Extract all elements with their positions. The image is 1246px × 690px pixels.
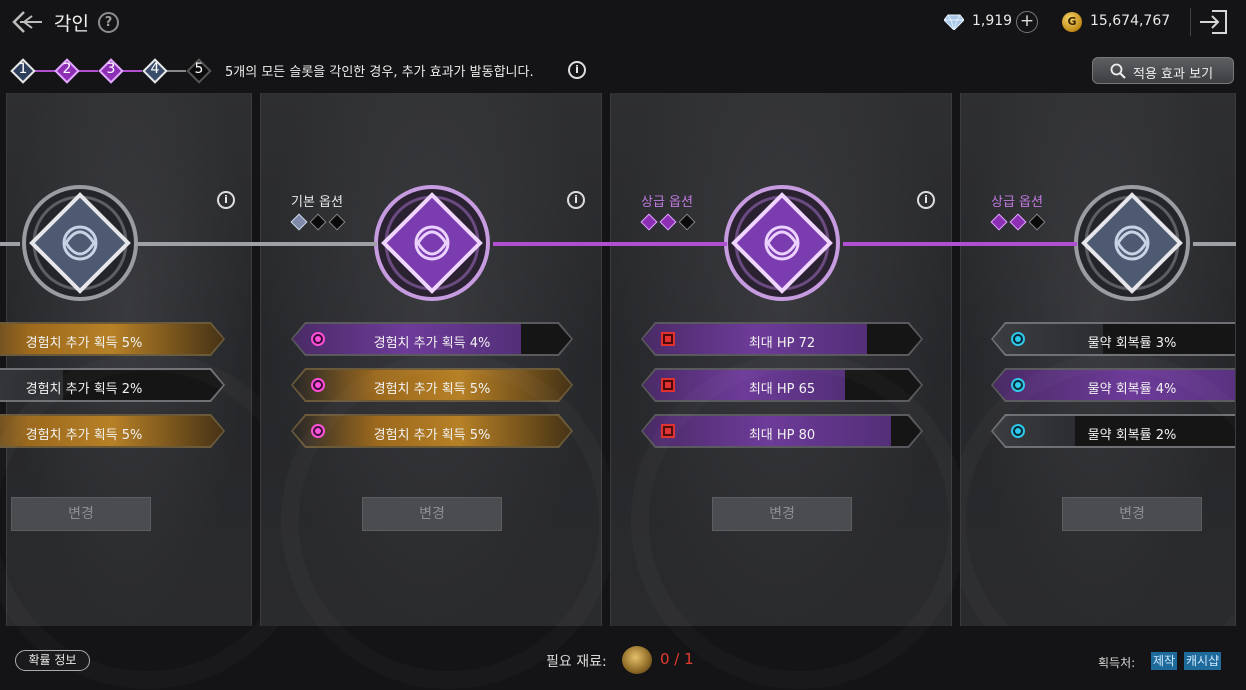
slot-chain-line [0,242,1236,246]
step-4[interactable]: 4 [142,58,168,84]
engrave-material-icon[interactable] [622,646,652,674]
option-1: 경험치 추가 획득 4% [291,322,573,356]
exit-icon[interactable] [1198,8,1230,36]
option-2: 물약 회복률 4% [991,368,1235,402]
add-diamond-button[interactable]: + [1016,11,1038,33]
option-1: 최대 HP 72 [641,322,923,356]
divider [1190,8,1191,36]
search-icon [1110,63,1126,79]
change-button[interactable]: 변경 [11,497,151,531]
slot-steps: 1 2 3 4 5 [10,56,220,86]
info-icon[interactable]: i [217,191,235,209]
grade-title: 상급 옵션 [641,195,693,210]
diamond-balance: 1,919 [972,13,1013,29]
grade-diamonds [990,213,1051,231]
top-bar: 각인 ? 1,919 + G 15,674,767 [0,0,1246,44]
option-1: 물약 회복률 3% [991,322,1235,356]
acquire-label: 획득처: [1098,656,1136,670]
option-1: 경험치 추가 획득 5% [0,322,225,356]
slot-bonus-note: 5개의 모든 슬롯을 각인한 경우, 추가 효과가 발동합니다. [225,65,534,80]
gold-balance: 15,674,767 [1090,13,1171,29]
material-count: 0 / 1 [660,650,694,668]
option-2: 최대 HP 65 [641,368,923,402]
change-button[interactable]: 변경 [712,497,852,531]
change-button[interactable]: 변경 [1062,497,1202,531]
back-arrow-icon[interactable] [10,8,44,36]
engrave-slot-3: 상급 옵션 i 최대 HP 72 최대 HP 65 최대 HP 80 변경 [610,93,952,626]
step-5[interactable]: 5 [186,58,212,84]
change-button[interactable]: 변경 [362,497,502,531]
option-2: 경험치 추가 획득 2% [0,368,225,402]
acquire-craft-link[interactable]: 제작 [1151,652,1178,670]
cyan-orb-icon [1011,424,1025,438]
option-3: 경험치 추가 획득 5% [0,414,225,448]
option-2: 경험치 추가 획득 5% [291,368,573,402]
acquire-cashshop-link[interactable]: 캐시샵 [1184,652,1222,670]
magenta-orb-icon [311,424,325,438]
option-3: 최대 HP 80 [641,414,923,448]
help-icon[interactable]: ? [98,12,119,33]
info-icon[interactable]: i [568,61,586,79]
view-effects-button[interactable]: 적용 효과 보기 [1092,57,1234,84]
step-3[interactable]: 3 [98,58,124,84]
option-3: 물약 회복률 2% [991,414,1235,448]
engrave-slot-1: i 경험치 추가 획득 5% 경험치 추가 획득 2% 경험치 추가 획득 5%… [0,93,252,626]
option-3: 경험치 추가 획득 5% [291,414,573,448]
info-icon[interactable]: i [567,191,585,209]
material-label: 필요 재료: [546,654,607,670]
grade-title: 기본 옵션 [291,195,343,210]
gold-currency-icon: G [1062,12,1082,32]
step-2[interactable]: 2 [54,58,80,84]
red-square-icon [661,424,675,438]
engrave-slot-2: 기본 옵션 i 경험치 추가 획득 4% 경험치 추가 획득 5% 경험치 추가… [260,93,602,626]
grade-diamonds [640,213,701,231]
diamond-currency-icon [944,14,964,30]
engrave-slot-4: 상급 옵션 물약 회복률 3% 물약 회복률 4% 물약 회복률 2% 변경 [960,93,1236,626]
probability-info-button[interactable]: 확률 정보 [15,650,90,671]
page-title: 각인 [54,13,89,35]
view-effects-label: 적용 효과 보기 [1133,67,1214,82]
grade-diamonds [290,213,351,231]
step-1[interactable]: 1 [10,58,36,84]
info-icon[interactable]: i [917,191,935,209]
grade-title: 상급 옵션 [991,195,1043,210]
